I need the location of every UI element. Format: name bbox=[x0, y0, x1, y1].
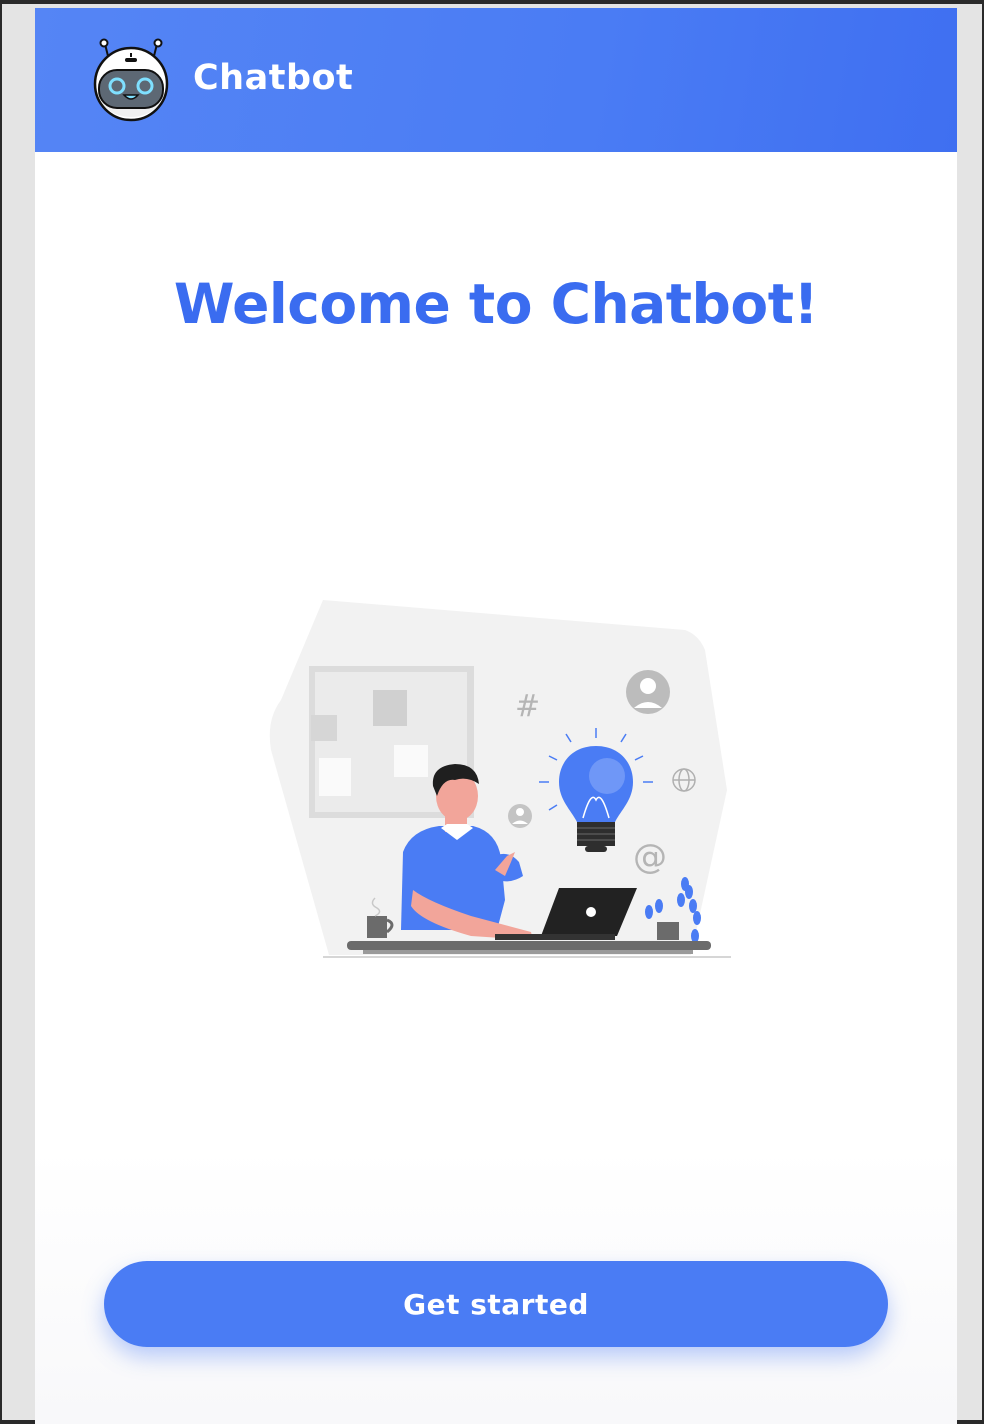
robot-logo-icon bbox=[93, 38, 169, 122]
at-sign-icon: @ bbox=[633, 837, 667, 877]
hero-illustration: # @ bbox=[269, 600, 731, 958]
device-frame: Chatbot Welcome to Chatbot! # @ Get star… bbox=[2, 4, 982, 1424]
user-small-icon bbox=[508, 804, 532, 828]
welcome-heading: Welcome to Chatbot! bbox=[173, 272, 819, 336]
app-header: Chatbot bbox=[35, 8, 957, 152]
user-icon bbox=[626, 670, 670, 714]
app-title: Chatbot bbox=[193, 58, 354, 98]
hashtag-icon: # bbox=[515, 689, 540, 724]
app-screen: Chatbot Welcome to Chatbot! # @ Get star… bbox=[35, 8, 957, 1424]
get-started-button[interactable]: Get started bbox=[104, 1261, 888, 1347]
